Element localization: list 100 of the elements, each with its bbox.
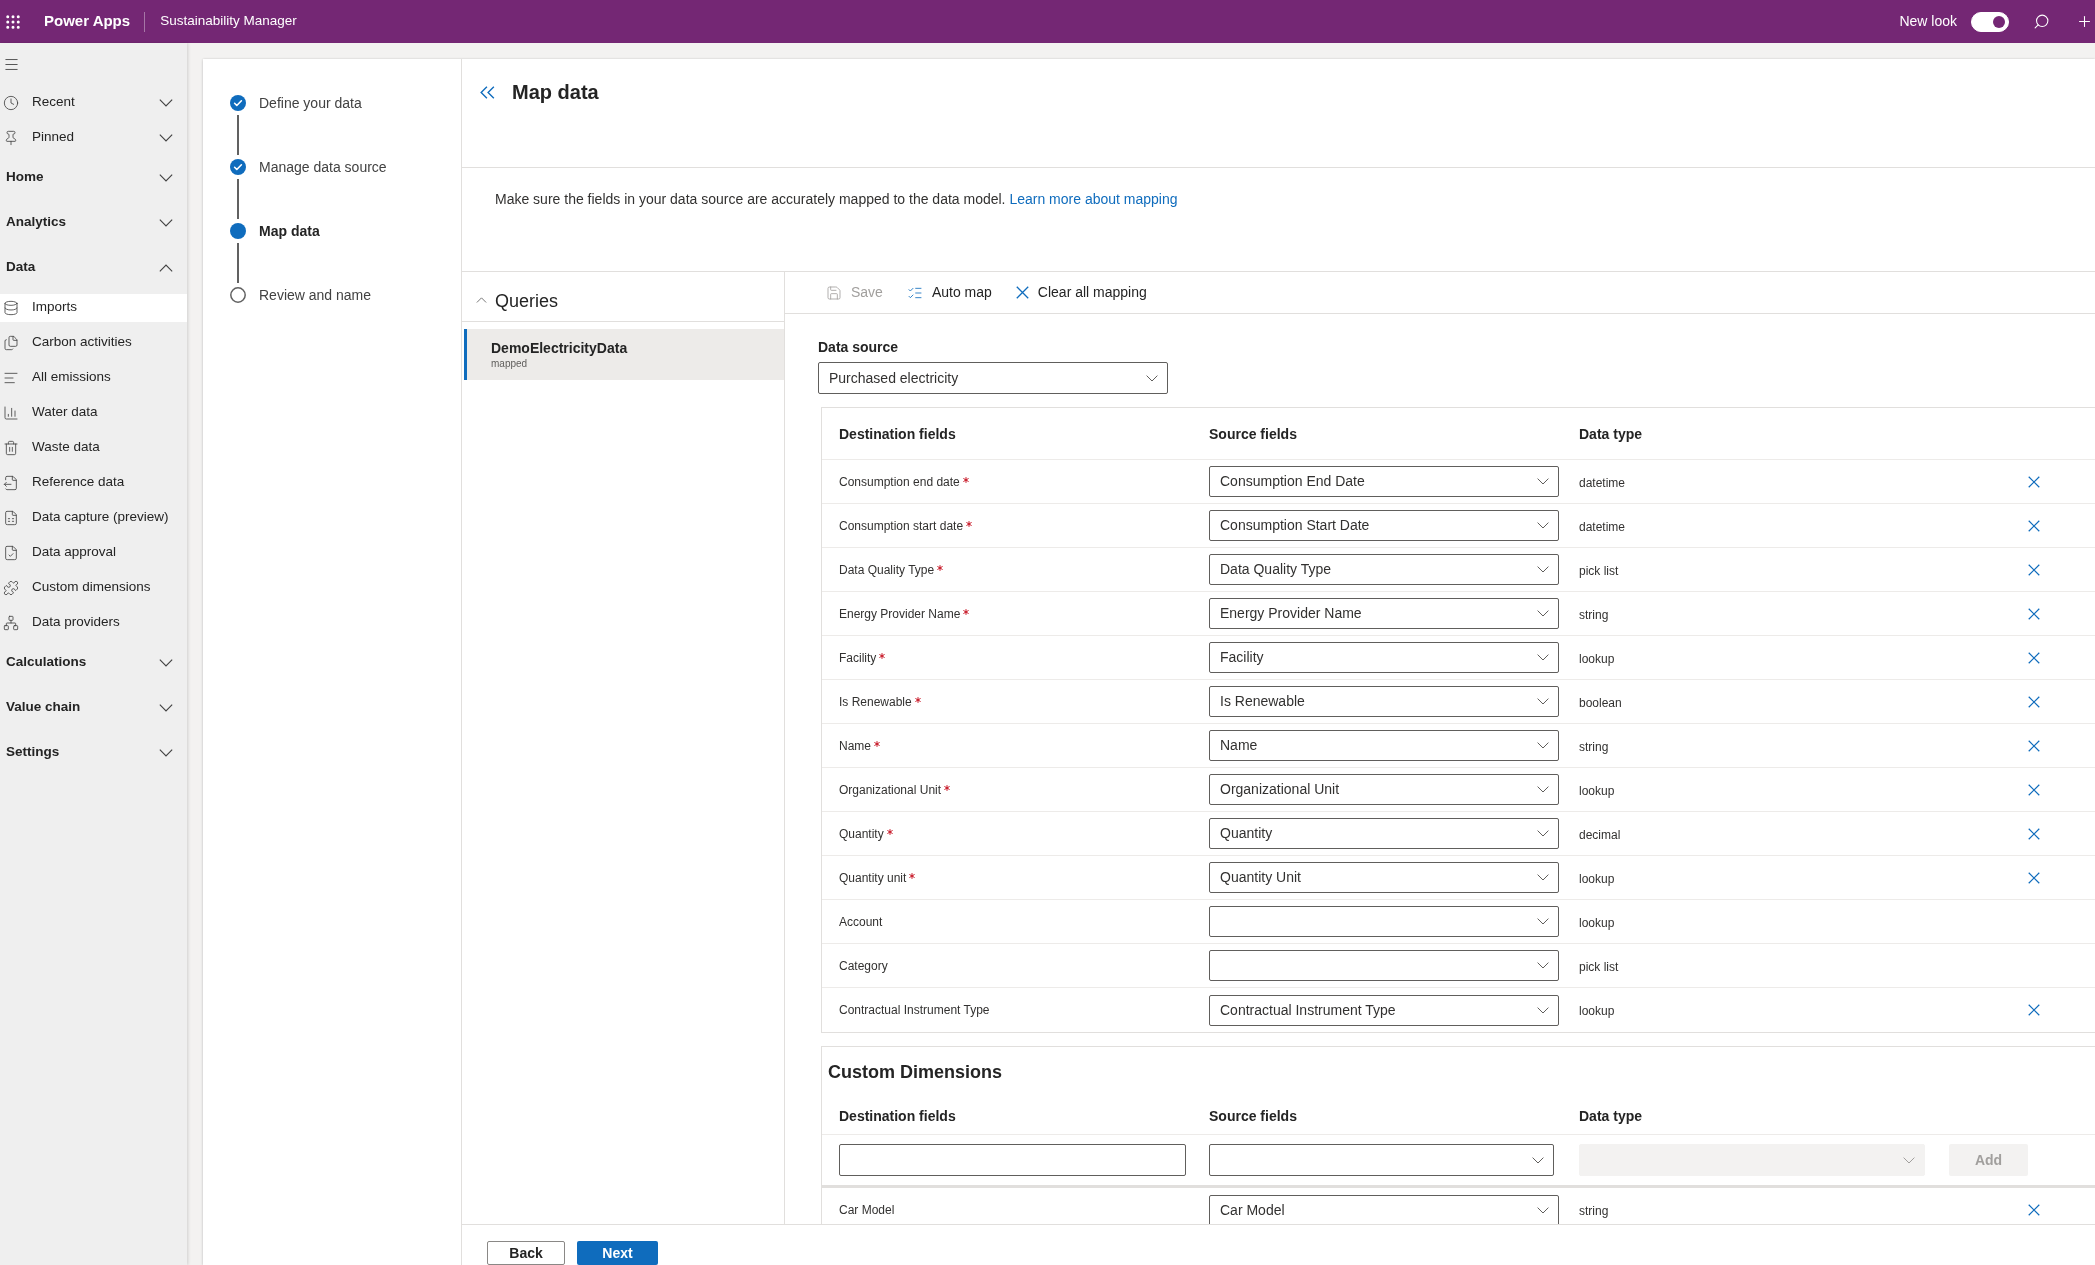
sidebar-item[interactable]: Carbon activities <box>0 328 187 357</box>
sidebar-item[interactable]: Imports <box>0 293 187 322</box>
new-look-toggle[interactable] <box>1971 11 2009 32</box>
app-name: Power Apps <box>44 11 131 32</box>
sidebar-item[interactable]: Reference data <box>0 468 187 497</box>
sidebar-group[interactable]: Calculations <box>0 640 187 685</box>
plus-icon[interactable] <box>2076 13 2093 30</box>
sidebar-item[interactable]: Waste data <box>0 433 187 462</box>
cross-icon[interactable] <box>2028 563 2040 576</box>
chevron-down-icon <box>1537 698 1549 705</box>
bar-chart-icon <box>3 404 19 421</box>
chevron-down-icon <box>1537 874 1549 881</box>
learn-more-link[interactable]: Learn more about mapping <box>1009 191 1178 207</box>
select-field[interactable] <box>1209 906 1559 937</box>
select-field[interactable]: Is Renewable <box>1209 686 1559 717</box>
cross-icon[interactable] <box>2028 475 2040 488</box>
cross-icon[interactable] <box>2028 871 2040 884</box>
sidebar-item[interactable]: Pinned <box>0 120 187 155</box>
sidebar-group[interactable]: Settings <box>0 730 187 775</box>
cross-icon[interactable] <box>2028 519 2040 532</box>
cross-icon[interactable] <box>2028 739 2040 752</box>
cross-icon <box>1015 286 1029 299</box>
auto-map-button[interactable]: Auto map <box>906 277 992 308</box>
sidebar-group[interactable]: Analytics <box>0 200 187 245</box>
chevron-down-icon <box>1532 1156 1544 1164</box>
data-type-text: string <box>1579 739 1609 754</box>
chevron-down-icon <box>1146 374 1158 382</box>
destination-field-name: Facility <box>839 649 877 667</box>
data-type-text: decimal <box>1579 827 1621 842</box>
column-header: Destination fields <box>839 1107 956 1124</box>
data-type-text: datetime <box>1579 475 1626 490</box>
select-field[interactable]: Consumption Start Date <box>1209 510 1559 541</box>
cross-icon[interactable] <box>2028 1204 2040 1216</box>
custom-dimensions-heading: Custom Dimensions <box>828 1062 1003 1082</box>
select-field[interactable]: Organizational Unit <box>1209 774 1559 805</box>
sidebar-item[interactable]: Water data <box>0 398 187 427</box>
back-button[interactable]: Back <box>487 1241 565 1265</box>
select-field[interactable]: Consumption End Date <box>1209 466 1559 497</box>
data-type-text: boolean <box>1579 695 1622 710</box>
sidebar-group[interactable]: Home <box>0 155 187 200</box>
sidebar-item[interactable]: All emissions <box>0 363 187 392</box>
cross-icon[interactable] <box>2028 651 2040 664</box>
select-field[interactable]: Name <box>1209 730 1559 761</box>
document-check-icon <box>3 544 19 561</box>
environment-name: Sustainability Manager <box>160 12 297 31</box>
chevron-down-icon <box>1537 786 1549 793</box>
destination-field-name: Contractual Instrument Type <box>839 1002 990 1019</box>
chevron-down-icon <box>1537 742 1549 749</box>
dots-grid-icon[interactable] <box>4 12 22 31</box>
query-item[interactable]: DemoElectricityData mapped <box>464 329 784 380</box>
sidebar-item[interactable]: Custom dimensions <box>0 573 187 602</box>
select-field[interactable]: Contractual Instrument Type <box>1209 994 1559 1026</box>
step-connector-line <box>237 243 239 283</box>
select-field[interactable]: Car Model <box>1209 1194 1559 1224</box>
destination-field-name: Consumption start date <box>839 517 964 535</box>
data-type-text: string <box>1579 607 1609 622</box>
trash-can-icon <box>3 439 19 456</box>
cross-icon[interactable] <box>2028 607 2040 620</box>
select-field[interactable]: Data Quality Type <box>1209 554 1559 585</box>
data-type-text: lookup <box>1579 871 1615 886</box>
destination-field-name: Data Quality Type <box>839 561 935 579</box>
chevron-down-icon <box>1537 654 1549 661</box>
sidebar-group[interactable]: Data <box>0 245 187 290</box>
cross-icon[interactable] <box>2028 695 2040 708</box>
chevron-down-icon <box>1537 830 1549 837</box>
column-header: Source fields <box>1209 1107 1297 1124</box>
sidebar-item[interactable]: Recent <box>0 85 187 120</box>
destination-input[interactable] <box>839 1144 1186 1176</box>
sidebar-item[interactable]: Data capture (preview) <box>0 503 187 532</box>
column-header: Data type <box>1579 425 1643 442</box>
chevron-down-icon <box>1537 918 1549 925</box>
queries-heading: Queries <box>495 290 559 313</box>
new-look-label: New look <box>1899 12 1957 31</box>
select-field[interactable] <box>1209 1144 1554 1176</box>
select-field[interactable]: Purchased electricity <box>818 362 1168 394</box>
cross-icon[interactable] <box>2028 783 2040 796</box>
sidebar-group[interactable]: Value chain <box>0 685 187 730</box>
step-label: Define your data <box>259 93 362 113</box>
search-icon[interactable] <box>2033 13 2050 30</box>
clear-mapping-button[interactable]: Clear all mapping <box>1015 277 1147 308</box>
select-field[interactable]: Energy Provider Name <box>1209 598 1559 629</box>
cross-icon[interactable] <box>2028 1004 2040 1016</box>
cross-icon[interactable] <box>2028 827 2040 840</box>
destination-field-name: Organizational Unit <box>839 781 942 799</box>
sidebar-item[interactable]: Data providers <box>0 608 187 637</box>
select-field[interactable]: Quantity Unit <box>1209 862 1559 893</box>
next-button[interactable]: Next <box>577 1241 658 1265</box>
destination-field-name: Is Renewable <box>839 693 912 711</box>
column-header: Data type <box>1579 1107 1643 1124</box>
puzzle-icon <box>3 579 19 596</box>
chevron-down-icon <box>1537 478 1549 485</box>
sidebar-item[interactable]: Data approval <box>0 538 187 567</box>
select-field[interactable]: Quantity <box>1209 818 1559 849</box>
pin-icon <box>3 129 19 146</box>
data-type-text: lookup <box>1579 651 1615 666</box>
select-field[interactable] <box>1209 950 1559 981</box>
chevron-down-icon <box>1537 610 1549 617</box>
select-field[interactable]: Facility <box>1209 642 1559 673</box>
double-chevron-left-icon[interactable] <box>480 86 495 99</box>
description-text: Make sure the fields in your data source are accurately mapped to the data model. Learn more about mapping <box>495 190 1178 209</box>
